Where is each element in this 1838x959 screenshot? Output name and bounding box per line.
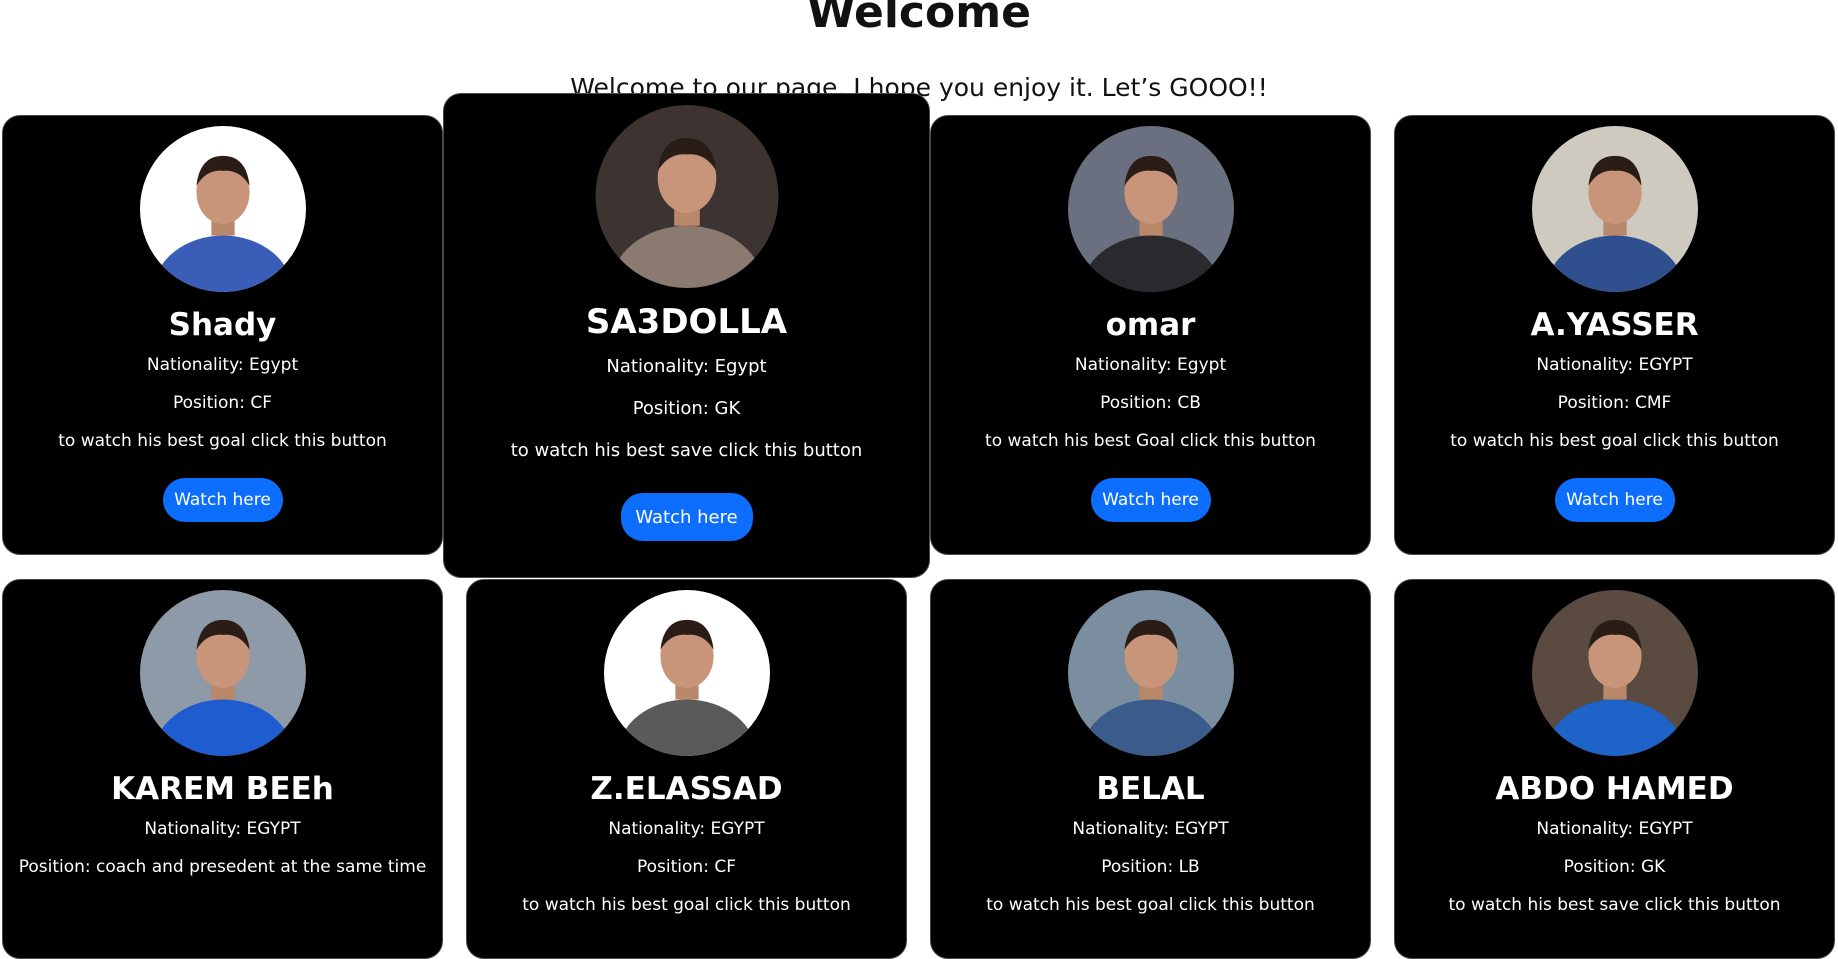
player-nationality: Nationality: Egypt bbox=[1074, 355, 1227, 375]
player-position: Position: coach and presedent at the sam… bbox=[18, 857, 427, 877]
player-photo-icon bbox=[603, 590, 770, 756]
avatar bbox=[603, 590, 770, 756]
player-photo-icon bbox=[139, 126, 306, 292]
avatar bbox=[1531, 590, 1698, 756]
player-card: Z.ELASSAD Nationality: EGYPT Position: CF t… bbox=[466, 579, 907, 959]
player-card: BELAL Nationality: EGYPT Position: LB to wa… bbox=[930, 579, 1371, 959]
avatar bbox=[139, 126, 306, 292]
player-nationality: Nationality: EGYPT bbox=[1536, 819, 1693, 839]
avatar bbox=[139, 590, 306, 756]
player-position: Position: CMF bbox=[1557, 393, 1672, 413]
watch-button[interactable]: Watch here bbox=[1554, 478, 1675, 522]
player-position: Position: CB bbox=[1100, 393, 1201, 413]
avatar bbox=[1067, 126, 1234, 292]
player-card: Shady Nationality: Egypt Position: CF to wa… bbox=[2, 115, 443, 555]
player-card: ABDO HAMED Nationality: EGYPT Position: GK… bbox=[1394, 579, 1835, 959]
player-name: Z.ELASSAD bbox=[590, 771, 783, 807]
player-photo-icon bbox=[1531, 590, 1698, 756]
player-note: to watch his best Goal click this button bbox=[985, 431, 1316, 451]
player-photo-icon bbox=[1067, 126, 1234, 292]
player-name: KAREM BEEh bbox=[111, 771, 334, 807]
watch-button[interactable]: Watch here bbox=[620, 493, 753, 541]
player-card: KAREM BEEh Nationality: EGYPT Position: co… bbox=[2, 579, 443, 959]
player-nationality: Nationality: Egypt bbox=[606, 356, 767, 377]
player-position: Position: LB bbox=[1101, 857, 1200, 877]
player-name: omar bbox=[1105, 307, 1196, 343]
player-note: to watch his best goal click this button bbox=[1450, 431, 1779, 451]
watch-button[interactable]: Watch here bbox=[162, 478, 283, 522]
player-note: to watch his best goal click this button bbox=[522, 895, 851, 915]
player-photo-icon bbox=[595, 105, 778, 288]
player-position: Position: GK bbox=[632, 398, 741, 419]
avatar bbox=[595, 105, 778, 288]
player-card: SA3DOLLA Nationality: Egypt Position: GK to… bbox=[443, 93, 930, 578]
player-name: Shady bbox=[168, 307, 277, 343]
watch-button[interactable]: Watch here bbox=[1090, 478, 1211, 522]
player-name: SA3DOLLA bbox=[585, 302, 788, 342]
player-name: ABDO HAMED bbox=[1495, 771, 1734, 807]
page-title: Welcome bbox=[807, 0, 1031, 38]
player-position: Position: CF bbox=[637, 857, 736, 877]
player-nationality: Nationality: EGYPT bbox=[144, 819, 301, 839]
player-card: A.YASSER Nationality: EGYPT Position: CMF t… bbox=[1394, 115, 1835, 555]
player-note: to watch his best goal click this button bbox=[58, 431, 387, 451]
player-name: A.YASSER bbox=[1530, 307, 1699, 343]
player-photo-icon bbox=[1531, 126, 1698, 292]
player-note: to watch his best save click this button bbox=[510, 440, 863, 461]
avatar bbox=[1531, 126, 1698, 292]
player-nationality: Nationality: Egypt bbox=[146, 355, 299, 375]
player-nationality: Nationality: EGYPT bbox=[608, 819, 765, 839]
player-name: BELAL bbox=[1096, 771, 1205, 807]
player-photo-icon bbox=[139, 590, 306, 756]
player-position: Position: CF bbox=[173, 393, 272, 413]
player-position: Position: GK bbox=[1563, 857, 1666, 877]
player-note: to watch his best save click this button bbox=[1448, 895, 1781, 915]
player-photo-icon bbox=[1067, 590, 1234, 756]
player-nationality: Nationality: EGYPT bbox=[1536, 355, 1693, 375]
player-nationality: Nationality: EGYPT bbox=[1072, 819, 1229, 839]
player-card: omar Nationality: Egypt Position: CB to wat… bbox=[930, 115, 1371, 555]
avatar bbox=[1067, 590, 1234, 756]
player-note: to watch his best goal click this button bbox=[986, 895, 1315, 915]
